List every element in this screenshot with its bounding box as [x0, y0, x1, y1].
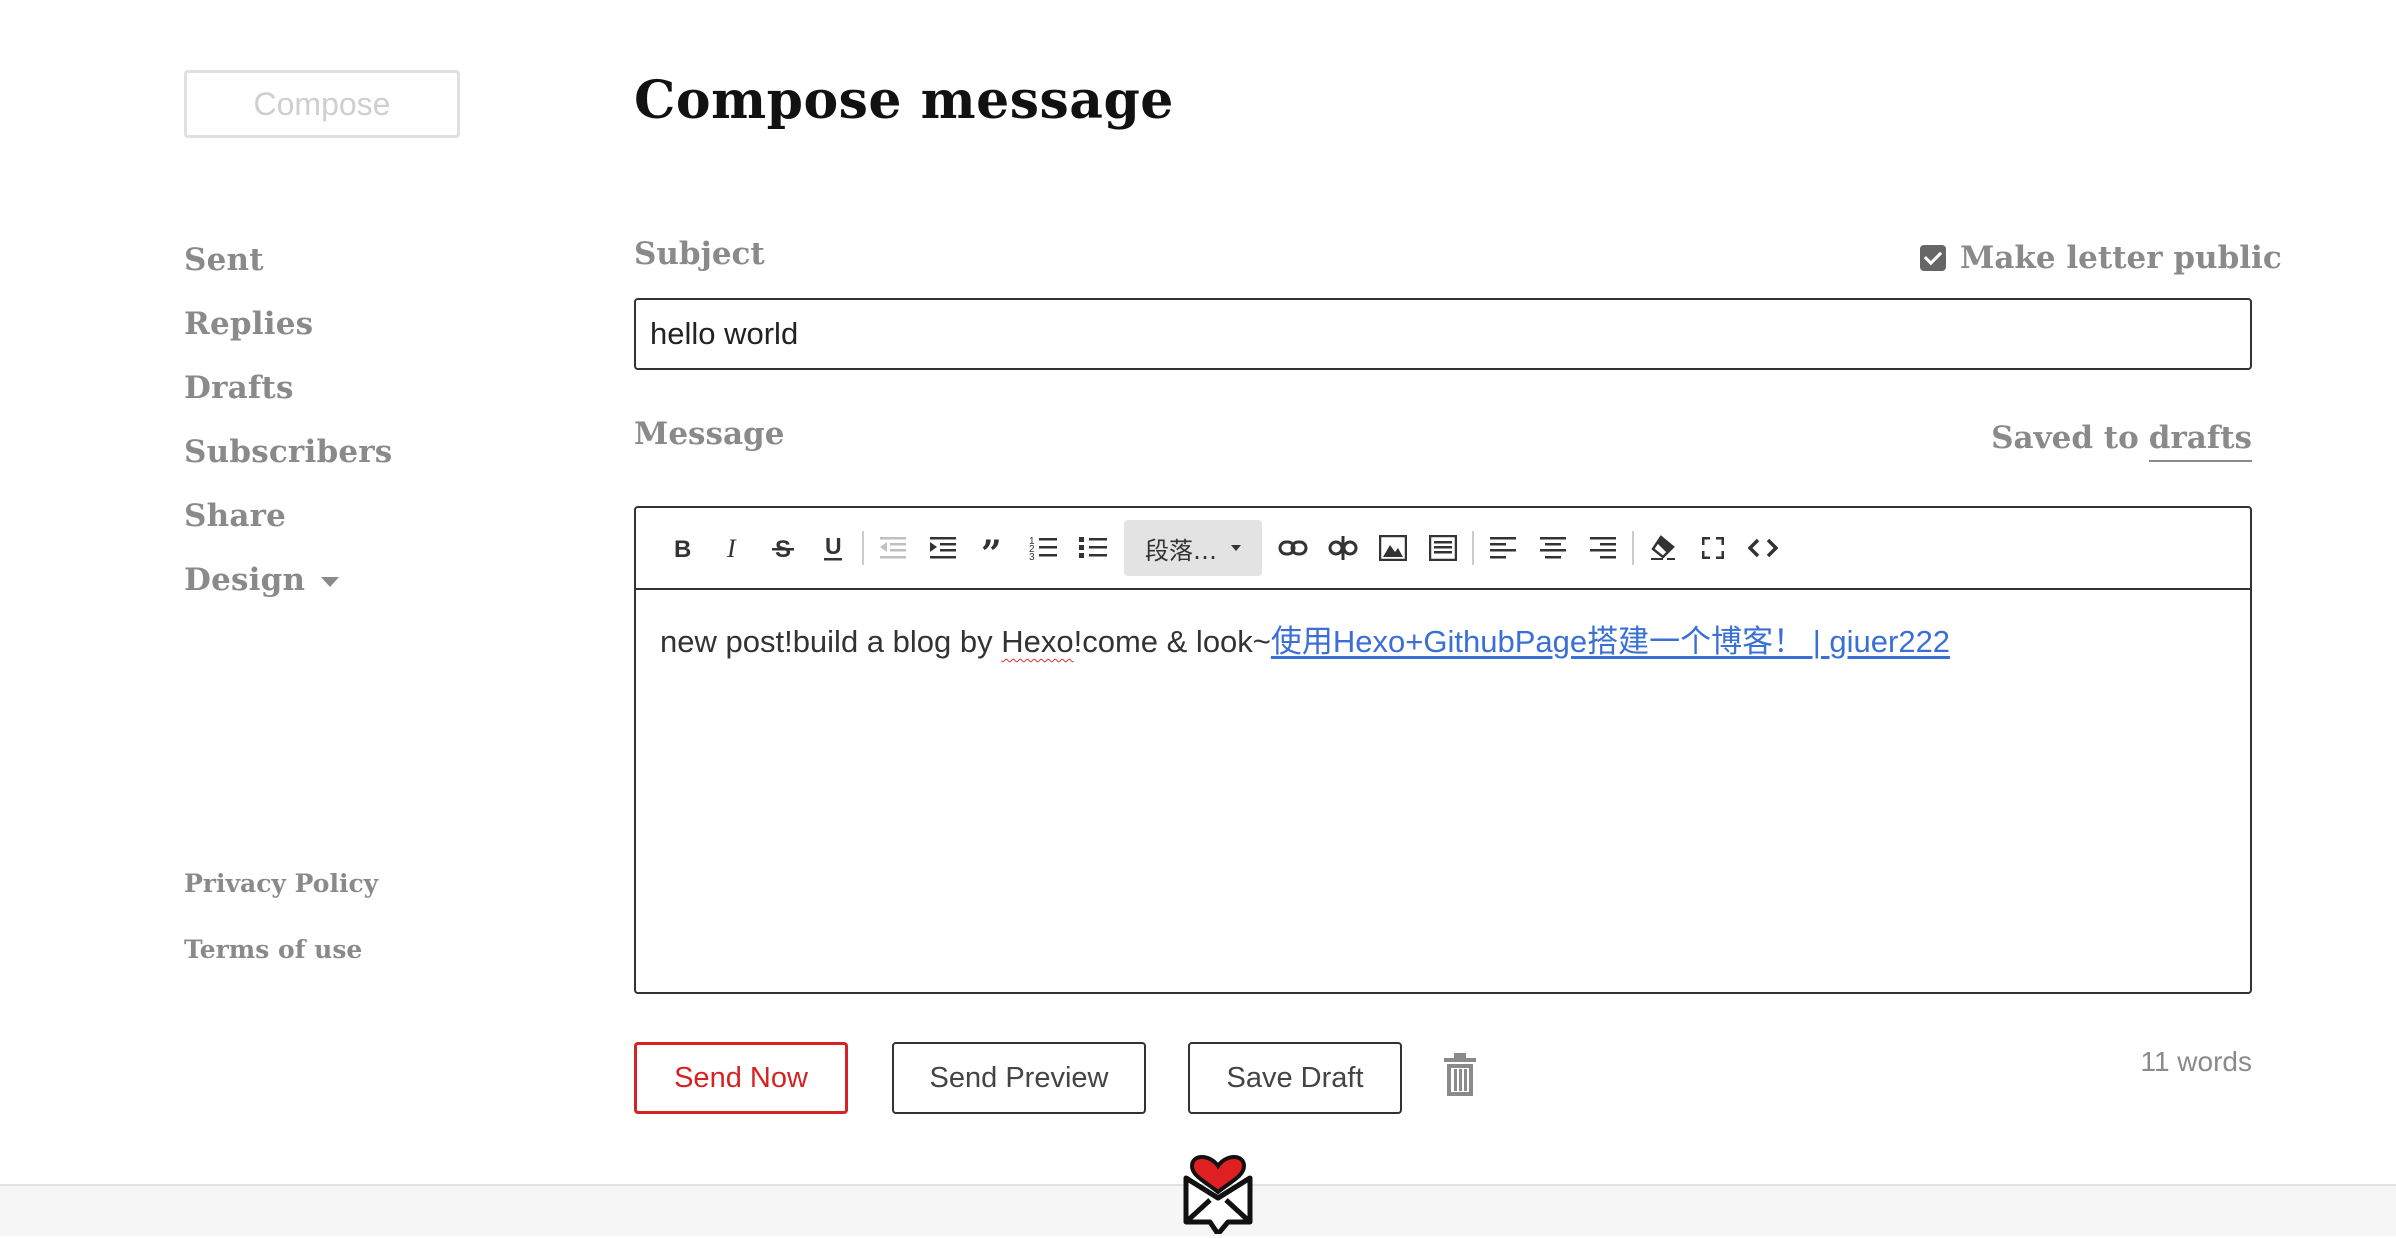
trash-icon[interactable] — [1440, 1052, 1480, 1098]
svg-text:3: 3 — [1029, 552, 1035, 561]
sidebar-item-drafts[interactable]: Drafts — [184, 356, 392, 420]
italic-icon[interactable]: I — [708, 523, 758, 573]
bold-icon[interactable]: B — [658, 523, 708, 573]
image-icon[interactable] — [1368, 523, 1418, 573]
caret-down-icon — [321, 577, 340, 587]
send-now-button[interactable]: Send Now — [634, 1042, 848, 1114]
toolbar-separator — [862, 531, 864, 565]
align-center-icon[interactable] — [1528, 523, 1578, 573]
make-public-checkbox[interactable] — [1920, 245, 1946, 271]
send-preview-button[interactable]: Send Preview — [892, 1042, 1146, 1114]
underline-icon[interactable]: U — [808, 523, 858, 573]
compose-button[interactable]: Compose — [184, 70, 460, 138]
sidebar-item-label: Share — [184, 498, 287, 534]
save-draft-button[interactable]: Save Draft — [1188, 1042, 1402, 1114]
sidebar-footer: Privacy Policy Terms of use — [184, 862, 378, 994]
bullet-list-icon[interactable] — [1068, 523, 1118, 573]
saved-text: Saved to — [1991, 420, 2139, 456]
sidebar-item-label: Replies — [184, 306, 314, 342]
clear-format-icon[interactable] — [1638, 523, 1688, 573]
body-link[interactable]: 使用Hexo+GithubPage搭建一个博客！ | giuer222 — [1271, 624, 1950, 659]
terms-of-use-link[interactable]: Terms of use — [184, 928, 378, 994]
sidebar-item-subscribers[interactable]: Subscribers — [184, 420, 392, 484]
make-public-label: Make letter public — [1960, 240, 2282, 276]
drafts-link[interactable]: drafts — [2148, 420, 2252, 462]
message-editor[interactable]: B I S U ” 123 段落… — [634, 506, 2252, 994]
align-right-icon[interactable] — [1578, 523, 1628, 573]
body-text: new post!build a blog by — [660, 624, 1002, 659]
privacy-policy-link[interactable]: Privacy Policy — [184, 862, 378, 928]
sidebar-item-replies[interactable]: Replies — [184, 292, 392, 356]
svg-text:I: I — [726, 536, 737, 560]
logo-icon[interactable] — [1180, 1136, 1256, 1237]
sidebar-item-share[interactable]: Share — [184, 484, 392, 548]
word-count: 11 words — [2140, 1046, 2252, 1077]
ordered-list-icon[interactable]: 123 — [1018, 523, 1068, 573]
sidebar-item-sent[interactable]: Sent — [184, 228, 392, 292]
sidebar-item-label: Drafts — [184, 370, 294, 406]
blockquote-icon[interactable]: ” — [968, 523, 1018, 573]
sidebar-item-label: Subscribers — [184, 434, 393, 470]
fullscreen-icon[interactable] — [1688, 523, 1738, 573]
subject-input[interactable]: hello world — [634, 298, 2252, 370]
code-icon[interactable] — [1738, 523, 1788, 573]
make-public-toggle[interactable]: Make letter public — [1920, 240, 2282, 276]
embed-icon[interactable] — [1418, 523, 1468, 573]
body-text: !come & look~ — [1073, 624, 1271, 659]
message-label: Message — [634, 416, 785, 452]
paragraph-format-value: 段落… — [1145, 536, 1217, 565]
sidebar-item-label: Design — [184, 562, 306, 598]
svg-text:U: U — [825, 534, 842, 559]
sidebar-item-design[interactable]: Design — [184, 548, 392, 612]
editor-content[interactable]: new post!build a blog by Hexo!come & loo… — [636, 590, 2250, 687]
strikethrough-icon[interactable]: S — [758, 523, 808, 573]
saved-status: Saved to drafts — [1991, 420, 2252, 462]
svg-text:”: ” — [981, 536, 1002, 560]
unlink-icon[interactable] — [1318, 523, 1368, 573]
align-left-icon[interactable] — [1478, 523, 1528, 573]
chevron-down-icon — [1231, 545, 1241, 551]
subject-label: Subject — [634, 236, 765, 272]
indent-icon[interactable] — [918, 523, 968, 573]
subject-value: hello world — [650, 316, 799, 351]
editor-toolbar: B I S U ” 123 段落… — [636, 508, 2250, 590]
toolbar-separator — [1472, 531, 1474, 565]
paragraph-format-select[interactable]: 段落… — [1124, 520, 1262, 576]
sidebar-item-label: Sent — [184, 242, 264, 278]
outdent-icon[interactable] — [868, 523, 918, 573]
svg-text:B: B — [674, 536, 691, 560]
toolbar-separator — [1632, 531, 1634, 565]
misspelled-word: Hexo — [1001, 624, 1074, 659]
sidebar-nav: Sent Replies Drafts Subscribers Share De… — [184, 228, 392, 612]
page-title: Compose message — [634, 70, 1174, 131]
link-icon[interactable] — [1268, 523, 1318, 573]
